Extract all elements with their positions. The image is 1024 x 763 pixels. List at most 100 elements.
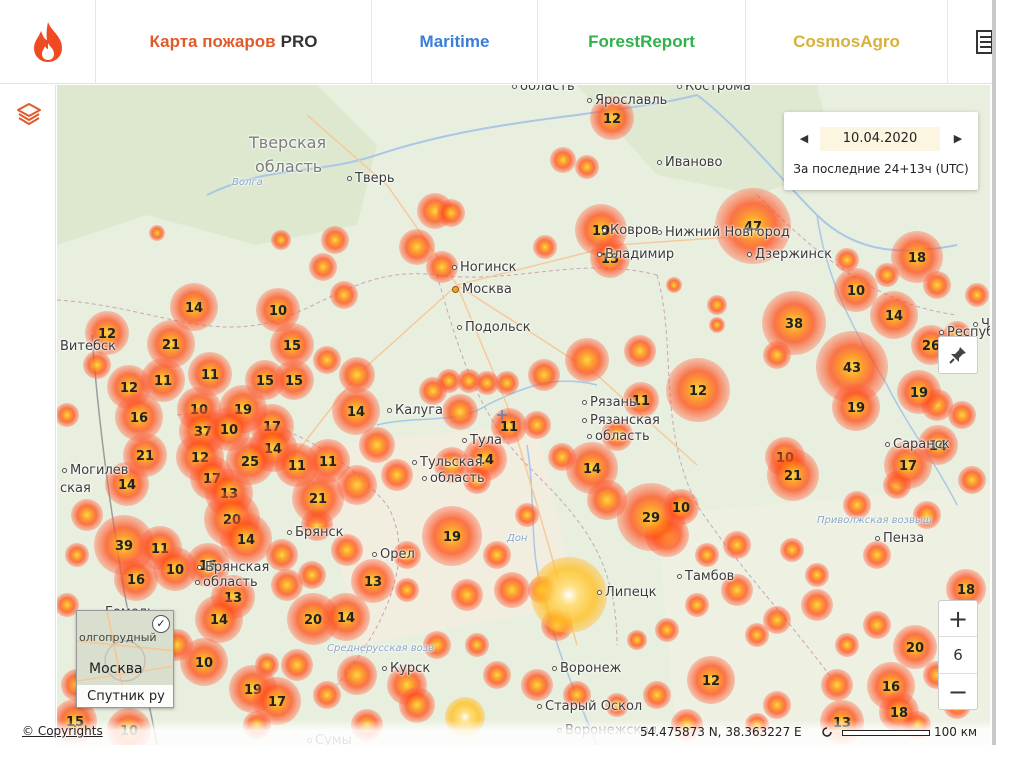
fire-hotspot[interactable] <box>483 541 511 569</box>
fire-hotspot[interactable] <box>71 499 103 531</box>
fire-cluster-count: 18 <box>908 251 926 266</box>
tab-maritime-label: Maritime <box>419 32 490 51</box>
place-label: Липецк <box>597 585 656 600</box>
top-navigation: Карта пожаров PRO Maritime ForestReport … <box>0 0 992 84</box>
fire-hotspot[interactable] <box>465 633 489 657</box>
layers-button[interactable] <box>16 101 42 127</box>
date-period-text: За последние 24+13ч (UTC) <box>793 162 969 176</box>
fire-cluster-count: 10 <box>269 304 287 319</box>
fire-hotspot[interactable] <box>763 691 791 719</box>
place-label: Тверская <box>249 133 326 152</box>
docs-tab[interactable] <box>948 0 992 84</box>
fire-hotspot[interactable] <box>805 563 829 587</box>
fire-hotspot-large[interactable] <box>531 557 607 633</box>
zoom-out-button[interactable]: − <box>939 673 977 709</box>
fire-hotspot[interactable] <box>495 371 519 395</box>
fire-hotspot[interactable] <box>451 579 483 611</box>
refresh-icon[interactable] <box>821 726 833 738</box>
city-marker-icon <box>537 704 542 709</box>
tab-cosmosagro[interactable]: CosmosAgro <box>746 0 948 84</box>
place-name: Ковров <box>610 223 659 238</box>
tab-maritime[interactable]: Maritime <box>372 0 538 84</box>
place-label: область <box>195 575 258 590</box>
place-label: Калуга <box>387 403 443 418</box>
fire-hotspot[interactable] <box>550 147 576 173</box>
fire-hotspot[interactable] <box>575 155 599 179</box>
fire-cluster-count: 15 <box>256 374 274 389</box>
fire-hotspot[interactable] <box>801 589 833 621</box>
fire-hotspot[interactable] <box>709 317 725 333</box>
fire-hotspot[interactable] <box>965 283 989 307</box>
fire-hotspot[interactable] <box>399 687 435 723</box>
fire-hotspot[interactable] <box>821 669 853 701</box>
fire-hotspot[interactable] <box>149 225 165 241</box>
tab-forestreport[interactable]: ForestReport <box>538 0 746 84</box>
fire-hotspot[interactable] <box>271 230 291 250</box>
fire-cluster-count: 17 <box>268 695 286 710</box>
fire-cluster-count: 43 <box>843 361 861 376</box>
logo-tab[interactable] <box>0 0 96 84</box>
place-name: область <box>520 85 575 94</box>
fire-hotspot[interactable] <box>483 661 511 689</box>
place-label: область <box>255 157 322 176</box>
fire-hotspot[interactable] <box>337 655 377 695</box>
city-marker-icon <box>347 176 352 181</box>
copyrights-link[interactable]: © Copyrights <box>22 724 103 738</box>
place-label: Москва <box>452 282 512 297</box>
fire-hotspot[interactable] <box>313 681 341 709</box>
tab-fire-map[interactable]: Карта пожаров PRO <box>96 0 372 84</box>
fire-cluster-count: 14 <box>583 462 601 477</box>
fire-hotspot[interactable] <box>835 633 859 657</box>
fire-hotspot[interactable] <box>685 593 709 617</box>
fire-hotspot[interactable] <box>313 346 341 374</box>
fire-hotspot[interactable] <box>65 543 89 567</box>
fire-hotspot[interactable] <box>565 338 609 382</box>
fire-hotspot[interactable] <box>271 569 303 601</box>
place-label: Ярославль <box>587 93 667 108</box>
fire-hotspot[interactable] <box>695 543 719 567</box>
fire-hotspot[interactable] <box>666 277 682 293</box>
fire-hotspot[interactable] <box>381 459 413 491</box>
fire-hotspot[interactable] <box>643 681 671 709</box>
fire-hotspot[interactable] <box>707 295 727 315</box>
basemap-switcher[interactable]: олгопрудный Москва ✓ Спутник ру <box>76 610 174 708</box>
fire-hotspot[interactable] <box>624 335 656 367</box>
fire-hotspot[interactable] <box>330 281 358 309</box>
place-name: Дон <box>507 533 528 544</box>
fire-hotspot[interactable] <box>83 351 111 379</box>
fire-hotspot[interactable] <box>763 606 791 634</box>
fire-hotspot[interactable] <box>528 359 560 391</box>
fire-hotspot[interactable] <box>395 578 419 602</box>
place-label: Старый Оскол <box>537 699 642 714</box>
fire-hotspot[interactable] <box>627 630 647 650</box>
date-value[interactable]: 10.04.2020 <box>820 127 940 151</box>
fire-hotspot[interactable] <box>958 466 986 494</box>
fire-hotspot[interactable] <box>780 538 804 562</box>
city-marker-icon <box>387 408 392 413</box>
fire-hotspot[interactable] <box>437 199 465 227</box>
date-next-button[interactable]: ▶ <box>952 132 964 146</box>
place-label: Дон <box>507 533 527 544</box>
scale-label: 100 км <box>934 725 978 739</box>
zoom-in-button[interactable]: + <box>939 601 977 637</box>
fire-hotspot[interactable] <box>655 618 679 642</box>
fire-hotspot[interactable] <box>321 226 349 254</box>
fire-hotspot[interactable] <box>309 253 337 281</box>
pin-button[interactable] <box>938 336 978 374</box>
fire-hotspot[interactable] <box>523 411 551 439</box>
date-prev-button[interactable]: ◀ <box>798 132 810 146</box>
fire-cluster-count: 16 <box>130 411 148 426</box>
city-marker-icon <box>597 252 602 257</box>
fire-hotspot[interactable] <box>442 394 478 430</box>
fire-hotspot[interactable] <box>948 401 976 429</box>
fire-hotspot[interactable] <box>521 669 553 701</box>
fire-cluster-count: 11 <box>154 374 172 389</box>
place-name: ская <box>60 481 91 496</box>
fire-cluster-count: 14 <box>885 309 903 324</box>
fire-hotspot[interactable] <box>281 649 313 681</box>
fire-hotspot[interactable] <box>494 572 530 608</box>
fire-hotspot[interactable] <box>515 503 539 527</box>
fire-hotspot[interactable] <box>533 235 557 259</box>
fire-hotspot[interactable] <box>863 611 891 639</box>
fire-hotspot[interactable] <box>723 531 751 559</box>
